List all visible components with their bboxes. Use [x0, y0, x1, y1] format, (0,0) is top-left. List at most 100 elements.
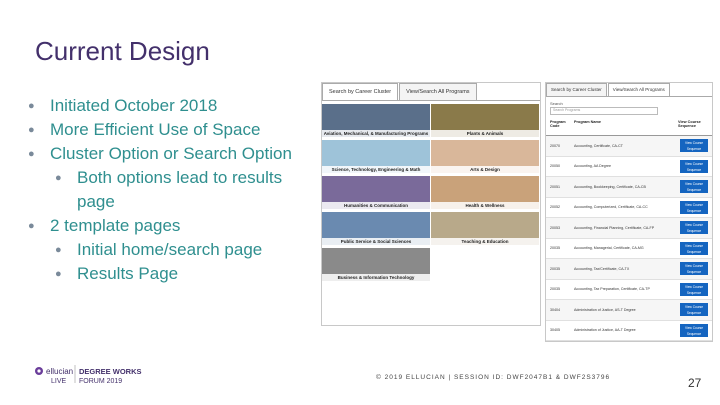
- program-code: 20051: [550, 184, 560, 189]
- bullet-dot-icon: ●: [28, 124, 35, 136]
- page-number: 27: [688, 376, 702, 390]
- bullet-item: ● Initiated October 2018: [28, 94, 318, 118]
- ellucian-logo-icon: ellucian LIVE DEGREE WORKS FORUM 2019: [35, 365, 142, 385]
- cluster-tile-grid: Aviation, Mechanical, & Manufacturing Pr…: [322, 104, 540, 281]
- bullet-item: ● 2 template pages ● Initial home/search p…: [28, 214, 318, 286]
- tab-career-cluster[interactable]: Search by Career Cluster: [546, 83, 607, 96]
- table-row: 20051 Accounting, Bookkeeping, Certificat…: [546, 177, 712, 198]
- view-course-sequence-button[interactable]: View Course Sequence: [680, 159, 708, 173]
- brand-name: ellucian: [46, 367, 73, 376]
- program-code: 20070: [550, 143, 560, 148]
- sub-bullet-item: ● Both options lead to results page: [55, 168, 283, 211]
- bullet-item: ● More Efficient Use of Space: [28, 118, 318, 142]
- program-name-link[interactable]: Accounting, Tax Preparation, Certificate…: [574, 287, 680, 291]
- column-header: View Course Sequence: [678, 120, 701, 128]
- tab-all-programs[interactable]: View/Search All Programs: [607, 83, 670, 96]
- sub-bullet-list: ● Both options lead to results page: [50, 166, 318, 214]
- program-code: 20035: [550, 266, 560, 271]
- program-code: 30404: [550, 307, 560, 312]
- table-row: 20053 Accounting, Financial Planning, Cer…: [546, 218, 712, 239]
- cluster-tile-label: Aviation, Mechanical, & Manufacturing Pr…: [322, 130, 430, 137]
- bullet-dot-icon: ●: [28, 148, 35, 160]
- column-header: Program Name: [574, 120, 602, 124]
- program-name-link[interactable]: Administration of Justice, AS-T Degree: [574, 308, 680, 312]
- program-name-link[interactable]: Accounting, Computerized, Certificate, C…: [574, 205, 680, 209]
- program-code: 30405: [550, 328, 560, 333]
- cluster-tile-label: Business & Information Technology: [322, 274, 430, 281]
- cluster-tile-label: Humanities & Communication: [322, 202, 430, 209]
- brand-sub: LIVE: [51, 378, 67, 385]
- table-row: 20070 Accounting, Certificate, CA-CT View …: [546, 136, 712, 157]
- program-name-link[interactable]: Accounting, Tax/Certificate, CA-TX: [574, 267, 680, 271]
- table-row: 20035 Accounting, Tax/Certificate, CA-TX V…: [546, 259, 712, 280]
- tab-bar: Search by Career Cluster View/Search All…: [546, 83, 712, 97]
- cluster-tile[interactable]: Public Service & Social Sciences: [322, 212, 430, 245]
- product-name: DEGREE WORKS: [79, 367, 142, 376]
- table-row: 30406Administration of Justice, Certific…: [546, 341, 712, 342]
- program-code: 20053: [550, 225, 560, 230]
- table-row: 20052 Accounting, Computerized, Certifica…: [546, 198, 712, 218]
- table-row: 20050 Accounting, AA Degree View Course Se…: [546, 157, 712, 177]
- sub-bullet-item: ● Results Page: [50, 262, 318, 286]
- bullet-dot-icon: ●: [55, 172, 62, 184]
- program-code: 20035: [550, 287, 560, 292]
- search-input[interactable]: Search Programs: [550, 107, 658, 115]
- view-course-sequence-button[interactable]: View Course Sequence: [680, 303, 708, 317]
- program-name-link[interactable]: Accounting, Financial Planning, Certific…: [574, 226, 680, 230]
- column-header: Program Code: [550, 120, 566, 128]
- results-table-body: 20070 Accounting, Certificate, CA-CT View …: [546, 136, 712, 342]
- cluster-tile[interactable]: Science, Technology, Engineering & Math: [322, 140, 430, 173]
- cluster-tile-label: Health & Wellness: [431, 202, 539, 209]
- bullet-item: ● Cluster Option or Search Option ● Both o…: [28, 142, 318, 214]
- cluster-tile-label: Teaching & Education: [431, 238, 539, 245]
- tab-all-programs[interactable]: View/Search All Programs: [399, 83, 477, 100]
- view-course-sequence-button[interactable]: View Course Sequence: [680, 200, 708, 214]
- cluster-tile-label: Science, Technology, Engineering & Math: [322, 166, 430, 173]
- table-row: 20035 Accounting, Managerial, Certificate…: [546, 239, 712, 259]
- program-code: 20035: [550, 246, 560, 251]
- footer-copyright: © 2019 ELLUCIAN | SESSION ID: DWF2047B1 …: [376, 374, 611, 381]
- table-row: 30405 Administration of Justice, AA-T Deg…: [546, 321, 712, 341]
- view-course-sequence-button[interactable]: View Course Sequence: [680, 180, 708, 194]
- view-course-sequence-button[interactable]: View Course Sequence: [680, 241, 708, 255]
- table-row: 30404 Administration of Justice, AS-T Deg…: [546, 300, 712, 321]
- cluster-tile-label: Arts & Design: [431, 166, 539, 173]
- bullet-dot-icon: ●: [55, 268, 62, 280]
- bullet-dot-icon: ●: [55, 244, 62, 256]
- view-course-sequence-button[interactable]: View Course Sequence: [680, 139, 708, 153]
- program-name-link[interactable]: Accounting, Certificate, CA-CT: [574, 144, 680, 148]
- program-name-link[interactable]: Accounting, AA Degree: [574, 164, 680, 168]
- bullet-dot-icon: ●: [28, 220, 35, 232]
- tab-career-cluster[interactable]: Search by Career Cluster: [322, 83, 399, 100]
- cluster-tile[interactable]: Business & Information Technology: [322, 248, 430, 281]
- tab-bar: Search by Career Cluster View/Search All…: [322, 83, 540, 101]
- cluster-tile[interactable]: Teaching & Education: [431, 212, 539, 245]
- cluster-tile[interactable]: Arts & Design: [431, 140, 539, 173]
- view-course-sequence-button[interactable]: View Course Sequence: [680, 262, 708, 276]
- results-screenshot: Search by Career Cluster View/Search All…: [545, 82, 713, 342]
- view-course-sequence-button[interactable]: View Course Sequence: [680, 282, 708, 296]
- cluster-tile[interactable]: Health & Wellness: [431, 176, 539, 209]
- slide-title: Current Design: [35, 36, 210, 66]
- program-code: 20052: [550, 205, 560, 210]
- cluster-tile[interactable]: Humanities & Communication: [322, 176, 430, 209]
- program-name-link[interactable]: Administration of Justice, AA-T Degree: [574, 328, 680, 332]
- program-code: 20050: [550, 164, 560, 169]
- bullet-list: ● Initiated October 2018 ● More Efficient …: [28, 94, 318, 286]
- search-label: Search: [550, 101, 563, 106]
- table-header: Program Code Program Name View Course Se…: [546, 118, 712, 136]
- table-row: 20035 Accounting, Tax Preparation, Certif…: [546, 280, 712, 300]
- program-name-link[interactable]: Accounting, Bookkeeping, Certificate, CA…: [574, 185, 680, 189]
- sub-bullet-item: ● Initial home/search page: [50, 238, 318, 262]
- forum-name: FORUM 2019: [79, 378, 122, 385]
- career-cluster-screenshot: Search by Career Cluster View/Search All…: [321, 82, 541, 326]
- view-course-sequence-button[interactable]: View Course Sequence: [680, 221, 708, 235]
- cluster-tile-label: Plants & Animals: [431, 130, 539, 137]
- bullet-dot-icon: ●: [28, 100, 35, 112]
- cluster-tile[interactable]: Aviation, Mechanical, & Manufacturing Pr…: [322, 104, 430, 137]
- view-course-sequence-button[interactable]: View Course Sequence: [680, 323, 708, 337]
- cluster-tile[interactable]: Plants & Animals: [431, 104, 539, 137]
- sub-bullet-list: ● Initial home/search page ● Results Page: [50, 238, 318, 286]
- program-name-link[interactable]: Accounting, Managerial, Certificate, CA-…: [574, 246, 680, 250]
- cluster-tile-label: Public Service & Social Sciences: [322, 238, 430, 245]
